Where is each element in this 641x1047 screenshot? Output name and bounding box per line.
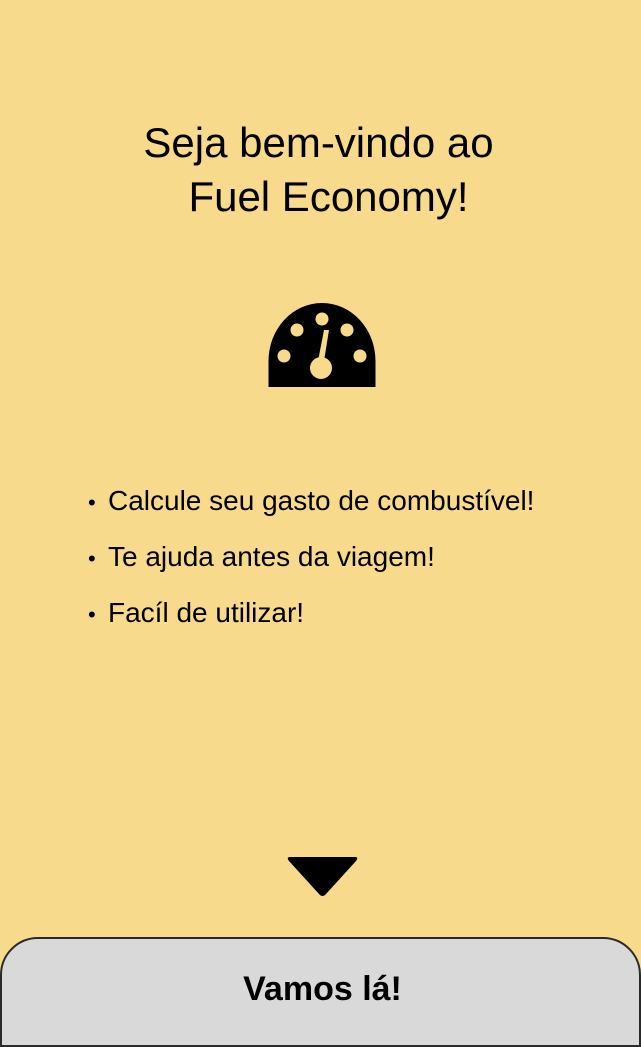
- welcome-title-line1: Seja bem-vindo ao: [143, 119, 494, 166]
- speedometer-icon: [267, 299, 377, 389]
- bullet: •: [88, 602, 96, 627]
- feature-item: • Calcule seu gasto de combustível!: [88, 474, 534, 530]
- welcome-title-line2: Fuel Economy!: [188, 173, 469, 220]
- feature-text: Te ajuda antes da viagem!: [108, 541, 435, 572]
- feature-item: • Te ajuda antes da viagem!: [88, 530, 534, 586]
- feature-text: Calcule seu gasto de combustível!: [108, 485, 535, 516]
- triangle-down-icon[interactable]: [286, 856, 359, 898]
- welcome-title: Seja bem-vindo ao Fuel Economy!: [0, 116, 641, 224]
- bullet: •: [88, 490, 96, 515]
- feature-text: Facíl de utilizar!: [108, 597, 305, 628]
- bullet: •: [88, 546, 96, 571]
- start-button[interactable]: Vamos lá!: [0, 937, 641, 1047]
- feature-item: • Facíl de utilizar!: [88, 586, 534, 642]
- start-button-label: Vamos lá!: [243, 970, 402, 1008]
- feature-list: • Calcule seu gasto de combustível! • Te a…: [88, 474, 534, 642]
- welcome-screen: Seja bem-vindo ao Fuel Economy! • Calcul…: [0, 0, 641, 1047]
